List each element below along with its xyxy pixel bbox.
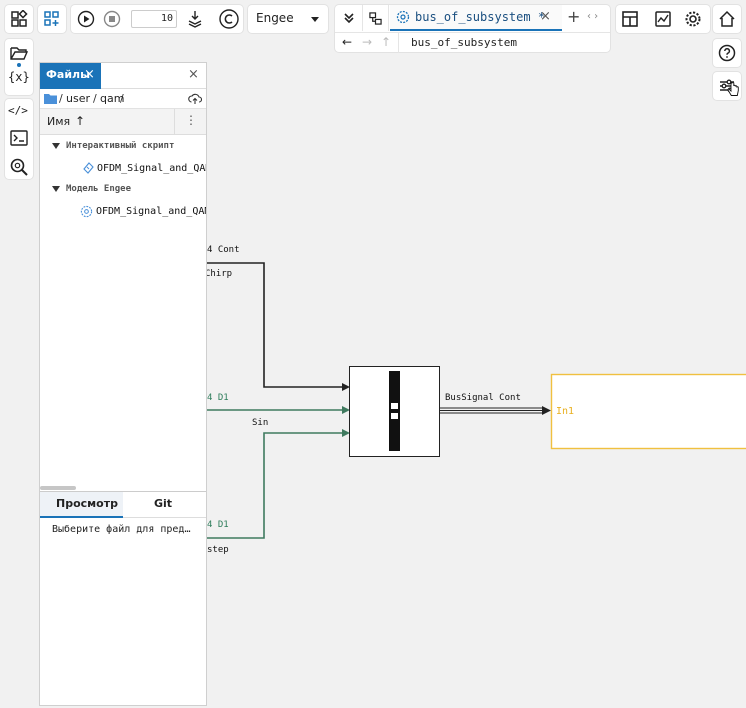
- label-step: step: [207, 545, 229, 555]
- panel-header: Файлы × ×: [40, 63, 206, 89]
- file-browser-panel: Файлы × × / user / qam / Имя ↑ ⋮ Интерак…: [39, 62, 207, 706]
- tree-file-script[interactable]: OFDM_Signal_and_QAM: [82, 158, 206, 178]
- preview-placeholder: Выберите файл для предпросмотра: [52, 524, 192, 535]
- upload-icon[interactable]: [188, 92, 203, 106]
- tree-group-label: Интерактивный скрипт: [66, 141, 175, 151]
- column-header: Имя ↑ ⋮: [40, 109, 206, 135]
- tab-git[interactable]: Git: [123, 492, 206, 518]
- more-options-icon[interactable]: ⋮: [185, 113, 197, 127]
- path-segment-user[interactable]: user: [66, 92, 90, 105]
- label-sin: Sin: [252, 418, 269, 428]
- close-panel-icon[interactable]: ×: [188, 67, 199, 82]
- tree-group-label: Модель Engee: [66, 184, 132, 194]
- bus-port-mark: [391, 413, 398, 419]
- arrow-head: [342, 429, 350, 437]
- subsystem-block[interactable]: [550, 373, 746, 450]
- path-sep: /: [120, 92, 124, 105]
- tree-file-label: OFDM_Signal_and_QAM: [96, 205, 206, 217]
- hand-cursor-icon: [727, 81, 739, 98]
- arrow-head: [342, 406, 350, 414]
- path-sep: /: [59, 92, 63, 105]
- arrow-head: [342, 383, 350, 391]
- column-name-label[interactable]: Имя: [47, 115, 70, 128]
- close-icon[interactable]: ×: [84, 67, 95, 82]
- caret-down-icon: [52, 186, 60, 192]
- bottom-tab-bar: Просмотр Git: [40, 491, 206, 518]
- tree-group-script[interactable]: Интерактивный скрипт: [40, 136, 206, 156]
- tab-preview[interactable]: Просмотр: [40, 492, 123, 518]
- tab-preview-label: Просмотр: [56, 497, 118, 510]
- path-sep: /: [93, 92, 97, 105]
- arrow-head: [542, 406, 551, 415]
- caret-down-icon: [52, 143, 60, 149]
- label-in1: In1: [556, 406, 575, 417]
- bus-port-mark: [391, 403, 398, 409]
- folder-icon: [44, 93, 57, 104]
- bus-bar: [389, 371, 400, 451]
- path-bar: / user / qam /: [40, 89, 206, 109]
- script-file-icon: [82, 162, 94, 174]
- tab-git-label: Git: [154, 497, 173, 510]
- horizontal-scrollbar[interactable]: [40, 486, 76, 490]
- tree-group-model[interactable]: Модель Engee: [40, 179, 206, 199]
- label-bus-signal: BusSignal Cont: [445, 393, 521, 403]
- label-d1-bottom: 4 D1: [207, 520, 229, 530]
- label-d1-mid: 4 D1: [207, 393, 229, 403]
- column-divider: [174, 109, 175, 135]
- wire-bus-signal[interactable]: [440, 407, 544, 414]
- wire-cont[interactable]: [207, 262, 342, 388]
- tree-file-label: OFDM_Signal_and_QAM: [97, 162, 206, 174]
- sort-arrow-icon[interactable]: ↑: [75, 114, 85, 128]
- model-file-icon: [80, 205, 93, 218]
- label-cont-top: 4 Cont: [207, 245, 240, 255]
- tree-file-model[interactable]: OFDM_Signal_and_QAM: [80, 201, 206, 221]
- label-chirp: Chirp: [205, 269, 233, 279]
- tab-files[interactable]: Файлы ×: [40, 63, 101, 89]
